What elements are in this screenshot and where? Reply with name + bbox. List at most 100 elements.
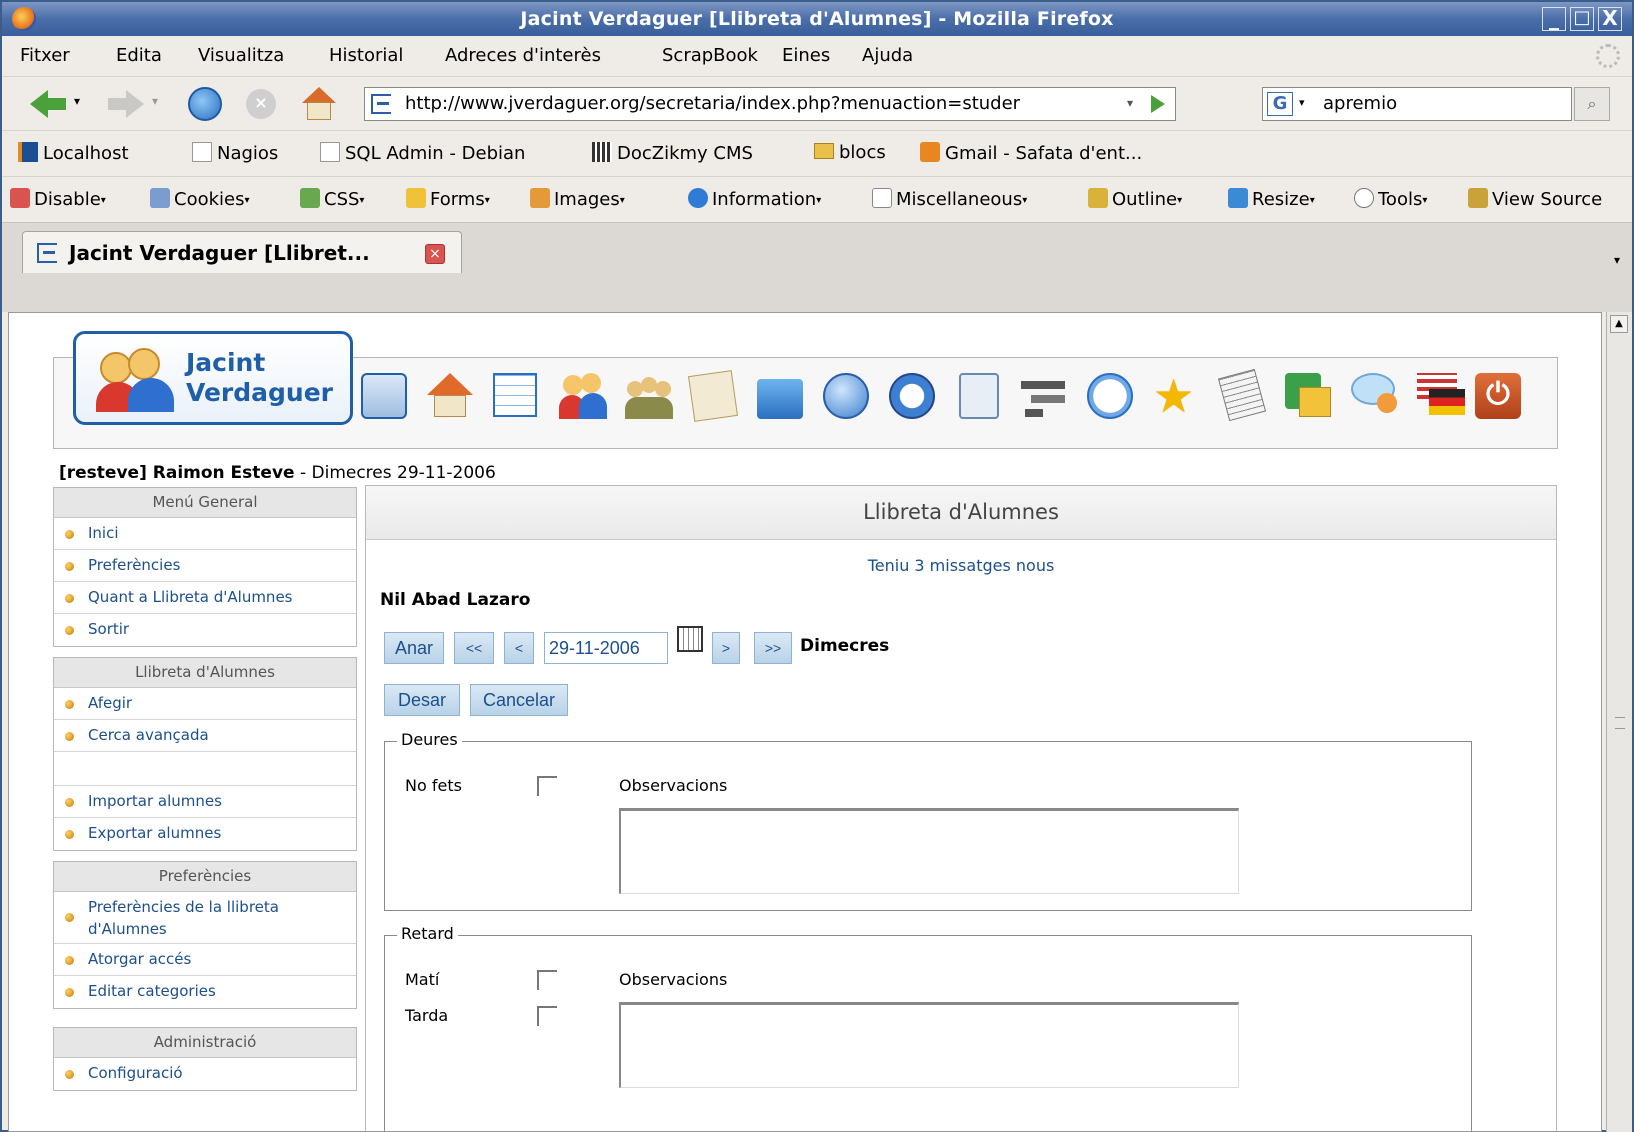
tab-list-dropdown-icon[interactable]: ▾ bbox=[1614, 253, 1620, 267]
go-button[interactable]: Anar bbox=[384, 632, 444, 664]
dev-resize[interactable]: Resize▾ bbox=[1228, 188, 1315, 210]
menu-historial[interactable]: Historial bbox=[329, 45, 403, 66]
chat-icon[interactable] bbox=[1351, 373, 1401, 423]
dev-disable[interactable]: Disable▾ bbox=[10, 188, 106, 210]
menu-visualitza[interactable]: Visualitza bbox=[198, 45, 284, 66]
search-input[interactable]: apremio bbox=[1323, 93, 1397, 114]
sidebar-item-atorgar-acces[interactable]: Atorgar accés bbox=[54, 944, 356, 976]
homework-fieldset: Deures No fets Observacions bbox=[384, 730, 1472, 911]
forward-button[interactable]: ▾ bbox=[108, 90, 168, 120]
home-icon[interactable] bbox=[427, 373, 477, 423]
menu-fitxer[interactable]: Fitxer bbox=[20, 45, 70, 66]
sidebar-item-afegir[interactable]: Afegir bbox=[54, 688, 356, 720]
filemanager-icon[interactable] bbox=[757, 373, 807, 423]
new-messages-link[interactable]: Teniu 3 missatges nous bbox=[366, 556, 1556, 575]
sitemgr-icon[interactable] bbox=[361, 373, 411, 423]
page-viewport: Jacint Verdaguer ★ ⏻ [resteve] Raimon Es… bbox=[8, 312, 1602, 1132]
calendar-picker-icon[interactable] bbox=[677, 626, 703, 652]
sidebar-item-editar-categories[interactable]: Editar categories bbox=[54, 976, 356, 1008]
bookmark-blocs[interactable]: blocs bbox=[814, 142, 886, 163]
sidebar-item-cerca-avancada[interactable]: Cerca avançada bbox=[54, 720, 356, 752]
news-icon[interactable] bbox=[1217, 368, 1269, 423]
cancel-button[interactable]: Cancelar bbox=[470, 684, 568, 716]
dev-outline[interactable]: Outline▾ bbox=[1088, 188, 1182, 210]
logout-icon[interactable]: ⏻ bbox=[1475, 373, 1525, 423]
forward-dropdown-icon[interactable]: ▾ bbox=[152, 94, 158, 108]
dev-css[interactable]: CSS▾ bbox=[300, 188, 364, 210]
scroll-grip-icon[interactable] bbox=[1615, 717, 1625, 729]
scroll-up-icon[interactable]: ▲ bbox=[1610, 315, 1628, 333]
morning-checkbox[interactable] bbox=[537, 970, 557, 990]
not-done-checkbox[interactable] bbox=[537, 776, 557, 796]
dev-tools[interactable]: Tools▾ bbox=[1354, 188, 1427, 210]
sidebar-item-inici[interactable]: Inici bbox=[54, 518, 356, 550]
bookmark-doczikmy[interactable]: DocZikmy CMS bbox=[592, 142, 753, 164]
prev-button[interactable]: < bbox=[504, 632, 534, 664]
bookmark-nagios[interactable]: Nagios bbox=[192, 142, 278, 164]
notes-icon[interactable] bbox=[688, 370, 741, 423]
homework-observations-textarea[interactable] bbox=[619, 808, 1239, 894]
maximize-button[interactable]: □ bbox=[1570, 7, 1594, 31]
tab-jacint-verdaguer[interactable]: Jacint Verdaguer [Llibret... × bbox=[22, 231, 462, 273]
close-tab-icon[interactable]: × bbox=[425, 244, 445, 264]
menu-eines[interactable]: Eines bbox=[782, 45, 830, 66]
last-button[interactable]: >> bbox=[754, 632, 792, 664]
back-dropdown-icon[interactable]: ▾ bbox=[74, 94, 80, 108]
url-dropdown-icon[interactable]: ▾ bbox=[1127, 96, 1133, 110]
languages-icon[interactable] bbox=[1417, 373, 1467, 423]
safari-icon[interactable] bbox=[889, 373, 939, 423]
url-text[interactable]: http://www.jverdaguer.org/secretaria/ind… bbox=[405, 93, 1135, 114]
site-logo[interactable]: Jacint Verdaguer bbox=[73, 331, 353, 425]
reload-icon[interactable] bbox=[188, 87, 222, 121]
sidebar-item-exportar[interactable]: Exportar alumnes bbox=[54, 818, 356, 850]
sidebar-item-importar[interactable]: Importar alumnes bbox=[54, 786, 356, 818]
minimize-button[interactable]: _ bbox=[1542, 7, 1566, 31]
tools-icon[interactable] bbox=[955, 373, 1005, 423]
sidebar-item-preferencies[interactable]: Preferències bbox=[54, 550, 356, 582]
search-magnifier-icon[interactable]: ⌕ bbox=[1574, 87, 1610, 121]
calendar-icon[interactable] bbox=[493, 373, 543, 423]
dev-forms[interactable]: Forms▾ bbox=[406, 188, 490, 210]
groups-icon[interactable] bbox=[625, 373, 675, 423]
browser-window: Jacint Verdaguer [Llibreta d'Alumnes] - … bbox=[0, 0, 1634, 1132]
menu-ajuda[interactable]: Ajuda bbox=[862, 45, 913, 66]
first-button[interactable]: << bbox=[454, 632, 494, 664]
addressbook-icon[interactable] bbox=[559, 373, 609, 423]
sidebar-item-sortir[interactable]: Sortir bbox=[54, 614, 356, 646]
dev-cookies[interactable]: Cookies▾ bbox=[150, 188, 250, 210]
home-button-icon[interactable] bbox=[302, 87, 336, 121]
projects-icon[interactable] bbox=[1021, 373, 1071, 423]
google-search-engine-icon[interactable]: G bbox=[1267, 92, 1293, 116]
go-arrow-icon[interactable] bbox=[1151, 95, 1165, 113]
spreadsheet-icon[interactable] bbox=[1285, 373, 1335, 423]
close-window-button[interactable]: X bbox=[1598, 7, 1622, 31]
menu-scrapbook[interactable]: ScrapBook bbox=[662, 45, 758, 66]
sidebar-item-quant-a[interactable]: Quant a Llibreta d'Alumnes bbox=[54, 582, 356, 614]
sidebar-item-configuracio[interactable]: Configuració bbox=[54, 1058, 356, 1090]
late-observations-textarea[interactable] bbox=[619, 1002, 1239, 1088]
menu-adreces[interactable]: Adreces d'interès bbox=[445, 45, 601, 66]
save-button[interactable]: Desar bbox=[384, 684, 460, 716]
engine-dropdown-icon[interactable]: ▾ bbox=[1299, 96, 1305, 109]
url-bar[interactable]: http://www.jverdaguer.org/secretaria/ind… bbox=[364, 87, 1176, 121]
vertical-scrollbar[interactable]: ▲ bbox=[1606, 312, 1632, 1132]
back-button[interactable]: ▾ bbox=[30, 90, 90, 120]
bookmark-sql-admin[interactable]: SQL Admin - Debian bbox=[320, 142, 525, 164]
stop-icon[interactable]: × bbox=[246, 89, 276, 119]
menu-edita[interactable]: Edita bbox=[116, 45, 162, 66]
search-bar[interactable]: G ▾ apremio bbox=[1262, 87, 1572, 121]
dev-information[interactable]: Information▾ bbox=[688, 188, 821, 210]
bookmark-gmail[interactable]: Gmail - Safata d'ent... bbox=[920, 142, 1142, 164]
dev-images[interactable]: Images▾ bbox=[530, 188, 625, 210]
dev-miscellaneous[interactable]: Miscellaneous▾ bbox=[872, 188, 1027, 210]
browser-icon[interactable] bbox=[823, 373, 873, 423]
afternoon-checkbox[interactable] bbox=[537, 1006, 557, 1026]
next-button[interactable]: > bbox=[712, 632, 740, 664]
clock-icon[interactable] bbox=[1087, 373, 1137, 423]
sidebar-item-preferencies-llibreta[interactable]: Preferències de la llibreta d'Alumnes bbox=[54, 892, 356, 944]
bullet-icon bbox=[65, 530, 74, 539]
date-input[interactable]: 29-11-2006 bbox=[544, 632, 668, 664]
bookmark-localhost[interactable]: Localhost bbox=[18, 142, 129, 164]
dev-view-source[interactable]: View Source bbox=[1468, 188, 1602, 210]
star-icon[interactable]: ★ bbox=[1153, 373, 1203, 423]
